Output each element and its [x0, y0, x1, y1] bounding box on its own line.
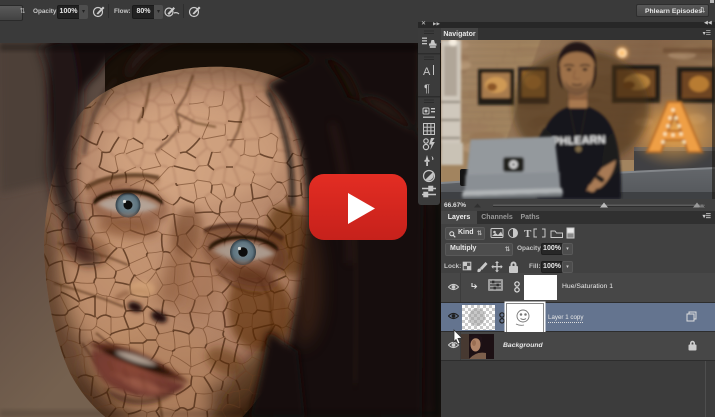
svg-text:T: T [524, 228, 532, 239]
svg-text:A: A [423, 66, 431, 78]
svg-text:PHLEARN: PHLEARN [552, 134, 606, 148]
svg-text:¶: ¶ [424, 83, 430, 95]
